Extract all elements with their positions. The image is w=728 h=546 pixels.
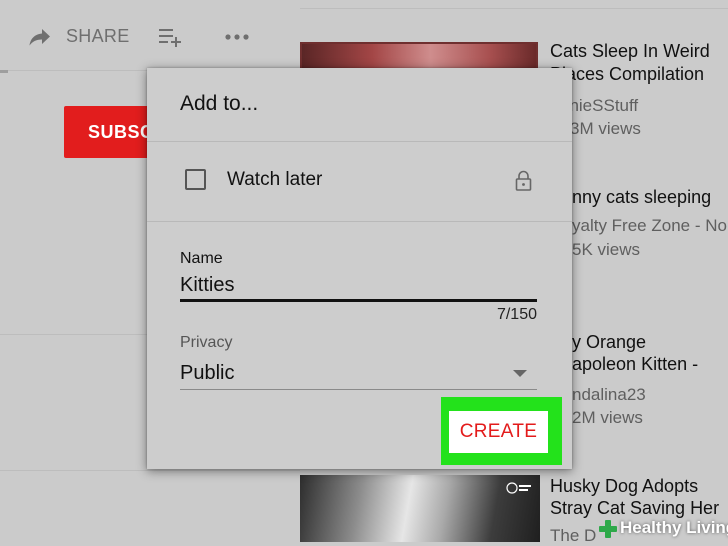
video-title[interactable]: Cats Sleep In Weird (550, 40, 710, 63)
video-channel: ndalina23 (572, 385, 646, 404)
video-title[interactable]: Stray Cat Saving Her (550, 497, 719, 520)
video-views: 3M views (570, 119, 641, 138)
playlist-name-input[interactable] (180, 271, 537, 299)
video-views: 5K views (572, 240, 641, 259)
share-icon[interactable] (28, 27, 52, 47)
video-title[interactable]: y Orange (572, 331, 646, 354)
dodo-logo-icon (506, 481, 532, 495)
privacy-label: Privacy (180, 334, 233, 351)
character-counter: 7/150 (496, 306, 537, 323)
lock-icon (515, 170, 532, 191)
name-input-underline (180, 299, 537, 302)
watch-later-label[interactable]: Watch later (227, 169, 322, 191)
watch-later-checkbox[interactable] (185, 169, 206, 190)
subscribe-button[interactable]: SUBSC (64, 106, 160, 158)
share-button-label[interactable]: SHARE (66, 26, 130, 47)
watermark-text: Healthy Living (620, 518, 728, 537)
video-views: 2M views (572, 408, 643, 427)
video-channel: yalty Free Zone - No (572, 216, 727, 235)
video-channel: The D (550, 526, 597, 545)
left-divider (0, 470, 300, 471)
green-plus-icon (599, 520, 617, 538)
video-thumbnail[interactable] (300, 475, 540, 542)
video-title[interactable]: Places Compilation (550, 63, 704, 86)
video-title[interactable]: apoleon Kitten - (572, 353, 698, 376)
add-to-playlist-dialog: Add to... Watch later Name 7/150 Privacy… (147, 68, 572, 469)
privacy-underline (180, 389, 537, 390)
dialog-divider (147, 221, 572, 222)
dialog-divider (147, 141, 572, 142)
related-top-divider (300, 8, 728, 9)
video-title[interactable]: nny cats sleeping (572, 186, 711, 209)
create-button[interactable]: CREATE (449, 411, 548, 453)
toolbar-accent (0, 70, 8, 73)
dropdown-arrow-icon[interactable] (513, 370, 527, 377)
more-options-icon[interactable] (224, 30, 252, 44)
video-title[interactable]: Husky Dog Adopts (550, 475, 698, 498)
subscribe-label: SUBSC (88, 122, 154, 142)
add-to-playlist-icon[interactable] (158, 27, 184, 47)
playlist-name-label: Name (180, 250, 223, 267)
privacy-select[interactable]: Public (180, 362, 234, 385)
dialog-title: Add to... (180, 92, 259, 115)
